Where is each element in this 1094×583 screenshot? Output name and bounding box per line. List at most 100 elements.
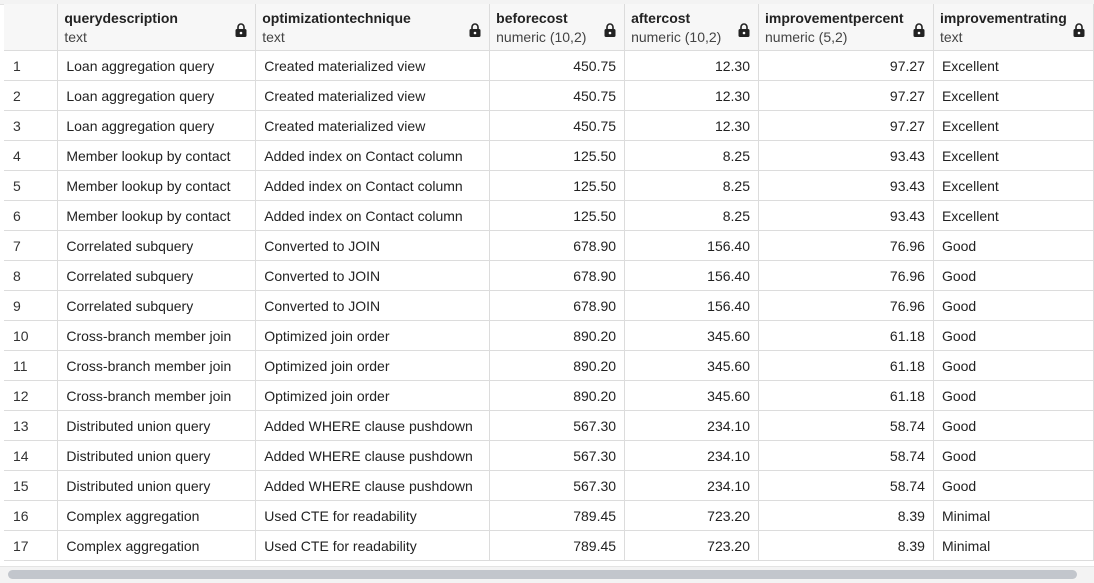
row-number[interactable]: 15 [4,470,59,501]
table-cell-improvementpercent[interactable]: 61.18 [758,350,934,381]
row-number[interactable]: 10 [4,320,59,351]
table-cell-beforecost[interactable]: 678.90 [489,230,626,261]
table-cell-beforecost[interactable]: 450.75 [489,110,626,141]
table-cell-improvementpercent[interactable]: 76.96 [758,230,934,261]
table-cell-improvementpercent[interactable]: 8.39 [758,530,934,561]
table-cell-optimizationtechnique[interactable]: Used CTE for readability [255,500,491,531]
table-row[interactable]: 12 Cross-branch member join Optimized join… [4,380,1094,411]
table-row[interactable]: 13 Distributed union query Added WHERE cla… [4,410,1094,441]
row-number[interactable]: 3 [4,110,59,141]
table-cell-optimizationtechnique[interactable]: Added index on Contact column [255,200,491,231]
table-cell-beforecost[interactable]: 678.90 [489,290,626,321]
table-row[interactable]: 2 Loan aggregation query Created materiali… [4,80,1094,111]
table-cell-aftercost[interactable]: 156.40 [624,260,759,291]
table-cell-improvementrating[interactable]: Good [933,380,1094,411]
table-cell-improvementrating[interactable]: Good [933,230,1094,261]
table-cell-improvementrating[interactable]: Good [933,260,1094,291]
row-number[interactable]: 2 [4,80,59,111]
table-cell-beforecost[interactable]: 890.20 [489,350,626,381]
column-header-improvementpercent[interactable]: improvementpercent numeric (5,2) [758,4,934,51]
table-cell-improvementrating[interactable]: Good [933,350,1094,381]
table-cell-querydescription[interactable]: Member lookup by contact [57,200,257,231]
table-row[interactable]: 4 Member lookup by contact Added index on … [4,140,1094,171]
row-number[interactable]: 9 [4,290,59,321]
table-cell-beforecost[interactable]: 125.50 [489,200,626,231]
table-cell-improvementpercent[interactable]: 58.74 [758,440,934,471]
table-cell-improvementpercent[interactable]: 76.96 [758,260,934,291]
table-row[interactable]: 5 Member lookup by contact Added index on … [4,170,1094,201]
table-cell-optimizationtechnique[interactable]: Converted to JOIN [255,290,491,321]
table-cell-aftercost[interactable]: 8.25 [624,170,759,201]
table-cell-aftercost[interactable]: 234.10 [624,410,759,441]
table-cell-querydescription[interactable]: Cross-branch member join [57,380,257,411]
table-cell-optimizationtechnique[interactable]: Created materialized view [255,110,491,141]
table-cell-improvementrating[interactable]: Good [933,440,1094,471]
table-cell-improvementrating[interactable]: Good [933,470,1094,501]
table-row[interactable]: 8 Correlated subquery Converted to JOIN 678… [4,260,1094,291]
table-row[interactable]: 15 Distributed union query Added WHERE cla… [4,470,1094,501]
table-cell-beforecost[interactable]: 125.50 [489,170,626,201]
table-cell-querydescription[interactable]: Cross-branch member join [57,350,257,381]
table-cell-optimizationtechnique[interactable]: Optimized join order [255,350,491,381]
table-cell-querydescription[interactable]: Distributed union query [57,410,257,441]
table-cell-improvementpercent[interactable]: 93.43 [758,140,934,171]
table-cell-improvementpercent[interactable]: 76.96 [758,290,934,321]
table-cell-beforecost[interactable]: 890.20 [489,380,626,411]
table-cell-optimizationtechnique[interactable]: Added index on Contact column [255,140,491,171]
table-cell-improvementrating[interactable]: Excellent [933,50,1094,81]
table-cell-querydescription[interactable]: Correlated subquery [57,290,257,321]
table-cell-beforecost[interactable]: 450.75 [489,80,626,111]
row-number[interactable]: 7 [4,230,59,261]
table-row[interactable]: 1 Loan aggregation query Created materiali… [4,50,1094,81]
row-number[interactable]: 4 [4,140,59,171]
row-number[interactable]: 12 [4,380,59,411]
row-number[interactable]: 1 [4,50,59,81]
table-cell-querydescription[interactable]: Loan aggregation query [57,110,257,141]
table-cell-improvementrating[interactable]: Excellent [933,110,1094,141]
table-cell-beforecost[interactable]: 450.75 [489,50,626,81]
table-cell-improvementrating[interactable]: Good [933,410,1094,441]
table-cell-improvementrating[interactable]: Good [933,290,1094,321]
table-row[interactable]: 11 Cross-branch member join Optimized join… [4,350,1094,381]
table-cell-optimizationtechnique[interactable]: Optimized join order [255,380,491,411]
table-cell-querydescription[interactable]: Cross-branch member join [57,320,257,351]
table-cell-improvementpercent[interactable]: 97.27 [758,80,934,111]
table-cell-beforecost[interactable]: 567.30 [489,470,626,501]
table-cell-aftercost[interactable]: 345.60 [624,380,759,411]
row-number[interactable]: 17 [4,530,59,561]
table-cell-improvementpercent[interactable]: 58.74 [758,470,934,501]
table-cell-improvementpercent[interactable]: 97.27 [758,110,934,141]
column-header-optimizationtechnique[interactable]: optimizationtechnique text [255,4,491,51]
table-cell-improvementpercent[interactable]: 97.27 [758,50,934,81]
table-cell-querydescription[interactable]: Distributed union query [57,470,257,501]
table-row[interactable]: 16 Complex aggregation Used CTE for readab… [4,500,1094,531]
table-cell-querydescription[interactable]: Complex aggregation [57,500,257,531]
table-cell-improvementpercent[interactable]: 61.18 [758,380,934,411]
row-number[interactable]: 13 [4,410,59,441]
table-cell-querydescription[interactable]: Loan aggregation query [57,80,257,111]
row-number[interactable]: 16 [4,500,59,531]
row-number[interactable]: 11 [4,350,59,381]
horizontal-scrollbar-thumb[interactable] [8,570,1077,579]
table-row[interactable]: 7 Correlated subquery Converted to JOIN 678… [4,230,1094,261]
table-cell-aftercost[interactable]: 156.40 [624,230,759,261]
table-cell-improvementpercent[interactable]: 61.18 [758,320,934,351]
table-cell-querydescription[interactable]: Complex aggregation [57,530,257,561]
table-row[interactable]: 17 Complex aggregation Used CTE for readab… [4,530,1094,561]
table-cell-aftercost[interactable]: 723.20 [624,530,759,561]
table-cell-improvementrating[interactable]: Excellent [933,140,1094,171]
table-cell-beforecost[interactable]: 678.90 [489,260,626,291]
row-number-header[interactable] [4,4,59,51]
table-cell-aftercost[interactable]: 723.20 [624,500,759,531]
column-header-aftercost[interactable]: aftercost numeric (10,2) [624,4,759,51]
table-cell-improvementpercent[interactable]: 58.74 [758,410,934,441]
table-cell-aftercost[interactable]: 12.30 [624,110,759,141]
row-number[interactable]: 6 [4,200,59,231]
table-row[interactable]: 14 Distributed union query Added WHERE cla… [4,440,1094,471]
table-cell-aftercost[interactable]: 234.10 [624,470,759,501]
table-cell-improvementrating[interactable]: Minimal [933,530,1094,561]
table-cell-optimizationtechnique[interactable]: Created materialized view [255,50,491,81]
table-cell-beforecost[interactable]: 789.45 [489,500,626,531]
table-cell-querydescription[interactable]: Correlated subquery [57,230,257,261]
table-cell-improvementpercent[interactable]: 93.43 [758,200,934,231]
